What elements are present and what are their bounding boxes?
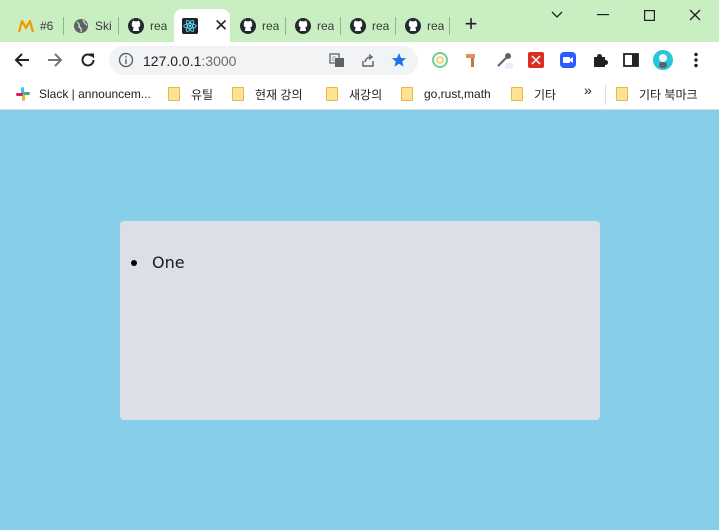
back-arrow-icon[interactable] [10,48,34,72]
tab-7[interactable]: rea [340,9,395,42]
tab-6[interactable]: rea [285,9,340,42]
bookmarks-overflow-button[interactable]: » [584,82,592,98]
tab-title: rea [427,18,445,33]
zoom-video-icon[interactable] [558,50,578,70]
site-info-icon[interactable] [118,52,134,68]
tab-1[interactable]: #6 [8,9,63,42]
profile-avatar[interactable] [653,50,673,70]
extension-red-icon[interactable] [526,50,546,70]
bookmarks-bar: Slack | announcem... 유틸 현재 강의 새강의 go,rus… [0,79,719,110]
address-url: 127.0.0.1:3000 [143,53,236,69]
menu-kebab-icon[interactable] [686,50,706,70]
folder-icon [232,87,244,101]
bookmark-label: 새강의 [349,87,383,102]
bookmark-folder-current[interactable]: 현재 강의 [232,85,303,103]
bullet-icon [131,260,137,266]
reload-icon[interactable] [76,48,100,72]
page-viewport: One [0,111,719,530]
svg-text:G: G [332,56,337,63]
url-port: :3000 [201,53,237,69]
translate-icon[interactable]: G [328,51,346,69]
extension-ring-icon[interactable] [430,50,450,70]
github-icon [295,17,311,34]
tab-title: rea [372,18,390,33]
extensions-puzzle-icon[interactable] [590,50,610,70]
m-logo-icon [18,18,34,34]
tab-close-icon[interactable]: ✕ [214,17,228,34]
bookmark-label: 현재 강의 [255,87,303,102]
github-icon [405,17,421,34]
bookmark-folder-new[interactable]: 새강의 [326,85,382,103]
tab-separator [449,17,450,35]
list-card: One [120,221,600,420]
folder-icon [401,87,413,101]
tab-title: rea [150,18,168,33]
bookmark-label: go,rust,math [424,87,491,101]
tab-strip: #6 Ski rea ✕ rea rea rea rea + [0,0,719,42]
folder-icon [616,87,628,101]
bookmark-label: Slack | announcem... [39,87,151,101]
slack-icon [15,86,31,102]
folder-icon [326,87,338,101]
tab-4-active[interactable]: ✕ [174,9,230,42]
react-icon [182,17,198,34]
bookmark-folder-util[interactable]: 유틸 [168,85,213,103]
bookmark-folder-go[interactable]: go,rust,math [401,85,491,103]
bookmark-slack[interactable]: Slack | announcem... [15,85,151,103]
tab-8[interactable]: rea [395,9,449,42]
side-panel-icon[interactable] [621,50,641,70]
tab-title: Ski [95,18,112,33]
list-item-text: One [152,253,185,272]
tab-5[interactable]: rea [230,9,285,42]
tab-2[interactable]: Ski [63,9,118,42]
tab-title: rea [262,18,280,33]
globe-icon [73,18,89,34]
forward-arrow-icon[interactable] [43,48,67,72]
bookmark-star-icon[interactable] [390,51,408,69]
new-tab-button[interactable]: + [460,13,482,36]
share-icon[interactable] [359,51,377,69]
item-list: One [131,253,185,272]
bookmarks-divider [605,85,606,105]
close-window-icon[interactable] [683,4,707,26]
extension-hammer-icon[interactable] [462,50,482,70]
url-host: 127.0.0.1 [143,53,202,69]
list-item: One [131,253,185,272]
bookmark-label: 유틸 [191,87,214,102]
github-icon [350,17,366,34]
tab-title: rea [317,18,335,33]
eyedropper-icon[interactable] [494,50,514,70]
tab-title: #6 [40,18,54,33]
maximize-icon[interactable] [637,4,661,26]
address-bar[interactable]: 127.0.0.1:3000 G [109,46,418,75]
browser-toolbar: 127.0.0.1:3000 G [0,42,719,79]
folder-icon [511,87,523,101]
bookmark-folder-etc[interactable]: 기타 [511,85,556,103]
tab-search-chevron-icon[interactable] [545,4,569,26]
github-icon [240,17,256,34]
tab-3[interactable]: rea [118,9,173,42]
bookmark-folder-other[interactable]: 기타 북마크 [616,85,698,103]
folder-icon [168,87,180,101]
bookmark-label: 기타 [534,87,557,102]
github-icon [128,17,144,34]
minimize-icon[interactable] [591,4,615,26]
bookmark-label: 기타 북마크 [639,87,698,102]
